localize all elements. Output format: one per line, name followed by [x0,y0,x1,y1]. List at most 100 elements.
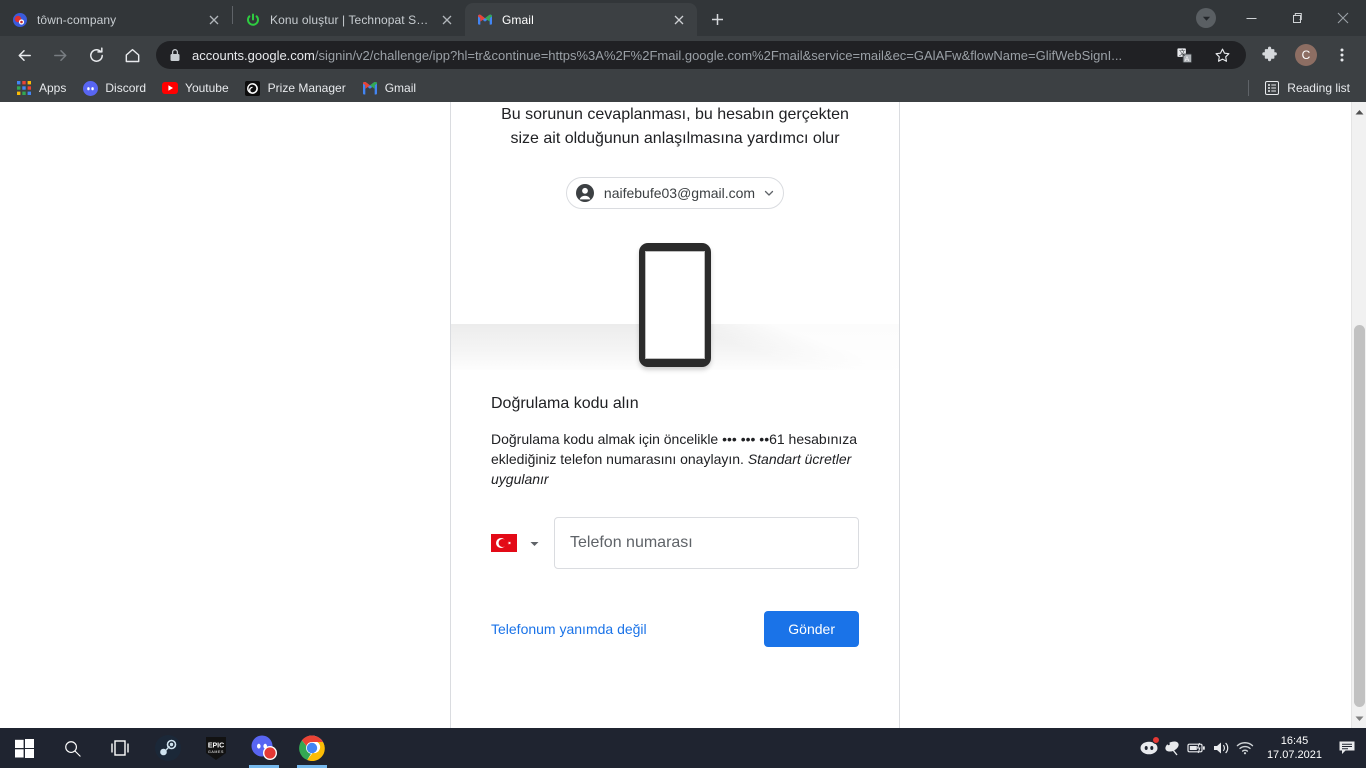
close-icon[interactable] [671,12,687,28]
bookmark-discord[interactable]: Discord [74,77,154,99]
new-tab-button[interactable] [703,5,731,33]
profile-avatar[interactable]: C [1291,40,1321,70]
youtube-icon [162,80,179,96]
phone-number-placeholder: Telefon numarası [570,534,693,551]
scrollbar-thumb[interactable] [1354,325,1365,707]
card-body: Doğrulama kodu alın Doğrulama kodu almak… [451,379,899,647]
phone-entry-row: Telefon numarası [491,517,859,569]
gmail-icon [477,12,493,28]
phone-screen [645,251,705,359]
back-icon[interactable] [9,40,39,70]
bookmarks-divider [1248,80,1250,96]
bookmark-label: Youtube [185,81,229,95]
account-email: naifebufe03@gmail.com [603,185,756,201]
url-text: accounts.google.com/signin/v2/challenge/… [192,48,1162,63]
taskbar-clock[interactable]: 16:45 17.07.2021 [1257,734,1332,762]
send-button[interactable]: Gönder [764,611,859,647]
discord-taskbar-button[interactable] [240,728,288,768]
tab-title: Konu oluştur | Technopat Sosyal [270,12,433,27]
windows-taskbar: EPIC GAMES 16:45 17.07.2021 [0,728,1366,768]
phone-not-available-link[interactable]: Telefonum yanımda değil [491,621,647,637]
volume-icon[interactable] [1209,728,1233,768]
reading-list-button[interactable]: Reading list [1256,77,1358,99]
battery-icon[interactable] [1185,728,1209,768]
bookmark-gmail[interactable]: Gmail [354,77,424,99]
close-window-button[interactable] [1320,0,1366,36]
chevron-down-icon [529,538,540,549]
scroll-down-icon[interactable] [1352,710,1366,726]
bookmark-apps[interactable]: Apps [8,77,74,99]
browser-window: tôwn-company Konu oluştur | Technopat So… [0,0,1366,728]
reading-list-label: Reading list [1287,81,1350,95]
discord-tray-icon[interactable] [1137,728,1161,768]
svg-text:EPIC: EPIC [208,743,224,750]
page-scrollbar[interactable] [1351,102,1366,728]
address-bar[interactable]: accounts.google.com/signin/v2/challenge/… [156,41,1246,69]
bookmark-star-icon[interactable] [1207,41,1237,69]
home-icon[interactable] [117,40,147,70]
close-icon[interactable] [439,12,455,28]
epic-games-taskbar-button[interactable]: EPIC GAMES [192,728,240,768]
prize-manager-icon [245,80,261,96]
close-icon[interactable] [206,12,222,28]
notification-badge [1151,736,1160,744]
apps-grid-icon [16,80,32,96]
phone-device-icon [639,243,711,367]
chrome-taskbar-button[interactable] [288,728,336,768]
chevron-down-icon [763,187,775,199]
maximize-button[interactable] [1274,0,1320,36]
country-code-selector[interactable] [491,534,540,552]
search-button[interactable] [48,728,96,768]
bookmark-youtube[interactable]: Youtube [154,77,237,99]
satellite-tray-icon[interactable] [1161,728,1185,768]
svg-text:A: A [1184,56,1189,63]
browser-toolbar: accounts.google.com/signin/v2/challenge/… [0,36,1366,74]
chrome-menu-icon[interactable] [1327,40,1357,70]
bookmark-label: Apps [39,81,67,95]
technopat-power-icon [245,12,261,28]
phone-number-input[interactable]: Telefon numarası [554,517,859,569]
signin-challenge-card: Bu sorunun cevaplanması, bu hesabın gerç… [450,102,900,728]
bookmark-label: Prize Manager [267,81,346,95]
svg-text:GAMES: GAMES [208,750,224,754]
start-button[interactable] [0,728,48,768]
downloads-chevron-icon[interactable] [1196,8,1216,28]
card-header: Bu sorunun cevaplanması, bu hesabın gerç… [451,102,899,209]
system-tray: 16:45 17.07.2021 [1137,728,1366,768]
steam-taskbar-button[interactable] [144,728,192,768]
tab-strip: tôwn-company Konu oluştur | Technopat So… [0,0,1366,36]
minimize-button[interactable] [1228,0,1274,36]
lead-line-1: Bu sorunun cevaplanması, bu hesabın gerç… [501,106,849,123]
clock-time: 16:45 [1280,735,1309,747]
tab-town-company[interactable]: tôwn-company [0,3,232,36]
scroll-up-icon[interactable] [1352,104,1366,120]
turkey-flag-icon [491,534,517,552]
challenge-lead-text: Bu sorunun cevaplanması, bu hesabın gerç… [499,103,851,151]
tab-gmail[interactable]: Gmail [465,3,697,36]
tab-technopat[interactable]: Konu oluştur | Technopat Sosyal [233,3,465,36]
tab-title: Gmail [502,12,534,27]
wifi-icon[interactable] [1233,728,1257,768]
notification-icon[interactable] [1332,728,1362,768]
url-host: accounts.google.com [192,47,315,63]
bookmarks-bar: Apps Discord Youtube Prize Manager Gmail [0,74,1366,102]
extensions-puzzle-icon[interactable] [1255,40,1285,70]
forward-icon [45,40,75,70]
account-chip[interactable]: naifebufe03@gmail.com [565,177,785,209]
reading-list-icon [1264,80,1280,96]
page-viewport: Bu sorunun cevaplanması, bu hesabın gerç… [0,102,1366,728]
reload-icon[interactable] [81,40,111,70]
bookmark-prize-manager[interactable]: Prize Manager [237,77,354,99]
account-avatar-icon [575,183,595,203]
card-actions: Telefonum yanımda değil Gönder [491,611,859,647]
gmail-icon [362,80,378,96]
window-controls [1196,0,1366,36]
url-path: /signin/v2/challenge/ipp?hl=tr&continue=… [314,47,1123,63]
lead-line-2: size ait olduğunun anlaşılmasına yardımc… [510,130,840,147]
task-view-button[interactable] [96,728,144,768]
bookmark-label: Discord [105,81,147,95]
tab-title: tôwn-company [37,12,117,27]
translate-icon[interactable]: 文A [1169,41,1199,69]
instruction-text: Doğrulama kodu almak için öncelikle ••• … [491,429,859,489]
phone-illustration [451,229,899,379]
